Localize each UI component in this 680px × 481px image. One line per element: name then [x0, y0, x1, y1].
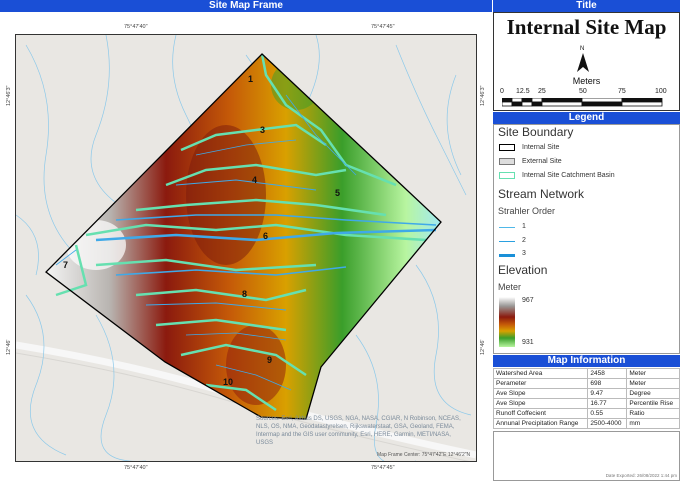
info-value: 0.55	[587, 408, 628, 419]
stream-order-1-swatch	[499, 227, 515, 228]
scale-tick-12-5: 12.5	[516, 88, 530, 95]
catchment-swatch	[499, 172, 515, 179]
catchment-label-8: 8	[242, 289, 248, 299]
info-header: Map Information	[493, 355, 680, 367]
map-attribution: Sources: Esri, Airbus DS, USGS, NGA, NAS…	[256, 416, 461, 446]
legend-unit: Meter	[498, 282, 522, 292]
info-unit: mm	[626, 418, 680, 429]
map-center-text: Map Frame Center: 75°47'42"E 12°46'2"N	[377, 452, 471, 458]
date-exported: Date Exported: 26/08/2022 1:44 pm	[605, 473, 677, 478]
legend-strahler-heading: Strahler Order	[498, 206, 556, 216]
scale-tick-75: 75	[618, 88, 626, 95]
table-row: Watershed Area 2458 Meter	[492, 368, 680, 379]
coord-top-left: 75°47'40"	[124, 24, 148, 30]
legend-elev-min: 931	[522, 339, 534, 346]
coord-left-top: 12°46'3"	[6, 85, 12, 107]
legend-header: Legend	[493, 112, 680, 124]
table-row: Perameter 698 Meter	[492, 378, 680, 389]
legend-order-2: 2	[522, 237, 526, 244]
legend-catchment: Internal Site Catchment Basin	[522, 172, 615, 179]
legend-external-site: External Site	[522, 158, 562, 165]
legend-order-3: 3	[522, 250, 526, 257]
info-panel-footer: Date Exported: 26/08/2022 1:44 pm	[493, 431, 680, 481]
info-value: 698	[587, 378, 628, 389]
scale-unit: Meters	[572, 76, 601, 86]
scale-bar	[502, 98, 663, 107]
scale-tick-50: 50	[579, 88, 587, 95]
catchment-label-7: 7	[63, 260, 69, 270]
legend-panel: Site Boundary Internal Site External Sit…	[493, 124, 680, 354]
legend-elevation-heading: Elevation	[498, 263, 548, 277]
info-table: Watershed Area 2458 Meter Perameter 698 Mete…	[492, 368, 680, 429]
info-value: 9.47	[587, 388, 628, 399]
info-label: Ave Slope	[492, 388, 589, 399]
legend-internal-site: Internal Site	[522, 144, 560, 151]
coord-left-bottom: 12°46'	[6, 339, 12, 356]
info-value: 2500-4000	[587, 418, 628, 429]
coord-top-right: 75°47'45"	[371, 24, 395, 30]
legend-order-1: 1	[522, 223, 526, 230]
scale-tick-25: 25	[538, 88, 546, 95]
info-label: Annunal Precipitation Range	[492, 418, 589, 429]
title-header: Title	[493, 0, 680, 12]
map-title: Internal Site Map	[506, 15, 667, 39]
catchment-label-10: 10	[223, 377, 234, 387]
catchment-label-4: 4	[252, 175, 258, 185]
table-row: Runoff Coffecient 0.55 Ratio	[492, 408, 680, 419]
title-panel: Internal Site Map N Meters 0 12.5 25 50 …	[493, 12, 680, 111]
catchment-label-9: 9	[267, 355, 273, 365]
internal-site-swatch	[499, 144, 515, 151]
table-row: Ave Slope 9.47 Degree	[492, 388, 680, 399]
scale-tick-0: 0	[500, 88, 504, 95]
catchment-label-6: 6	[263, 231, 269, 241]
legend-site-boundary-heading: Site Boundary	[498, 125, 574, 139]
info-value: 16.77	[587, 398, 628, 409]
table-row: Ave Slope 16.77 Percentile Rise	[492, 398, 680, 409]
info-label: Watershed Area	[492, 368, 589, 379]
catchment-label-1: 1	[248, 74, 254, 84]
info-unit: Ratio	[626, 408, 680, 419]
coord-bottom-left: 75°47'40"	[124, 465, 148, 471]
coord-right-top: 12°46'3"	[480, 85, 486, 107]
north-arrow-icon	[577, 53, 589, 72]
info-unit: Percentile Rise	[626, 398, 680, 409]
info-unit: Meter	[626, 378, 680, 389]
external-site-swatch	[499, 158, 515, 165]
coord-bottom-right: 75°47'45"	[371, 465, 395, 471]
catchment-label-3: 3	[260, 125, 266, 135]
info-label: Perameter	[492, 378, 589, 389]
stream-order-2-swatch	[499, 241, 515, 242]
scale-tick-100: 100	[655, 88, 667, 95]
info-label: Runoff Coffecient	[492, 408, 589, 419]
stream-order-3-swatch	[499, 254, 515, 257]
map-frame[interactable]: 1 3 4 5 6 7 8 9 10 Sources: Esri, Airbus…	[15, 34, 477, 462]
map-frame-header: Site Map Frame	[0, 0, 492, 12]
north-label: N	[580, 46, 585, 52]
legend-elev-max: 967	[522, 297, 534, 304]
table-row: Annunal Precipitation Range 2500-4000 mm	[492, 418, 680, 429]
elevation-ramp	[499, 297, 515, 347]
info-unit: Degree	[626, 388, 680, 399]
info-value: 2458	[587, 368, 628, 379]
map-canvas[interactable]	[16, 35, 476, 461]
legend-stream-heading: Stream Network	[498, 187, 585, 201]
info-unit: Meter	[626, 368, 680, 379]
info-label: Ave Slope	[492, 398, 589, 409]
catchment-label-5: 5	[335, 188, 341, 198]
coord-right-bottom: 12°46'	[480, 339, 486, 356]
